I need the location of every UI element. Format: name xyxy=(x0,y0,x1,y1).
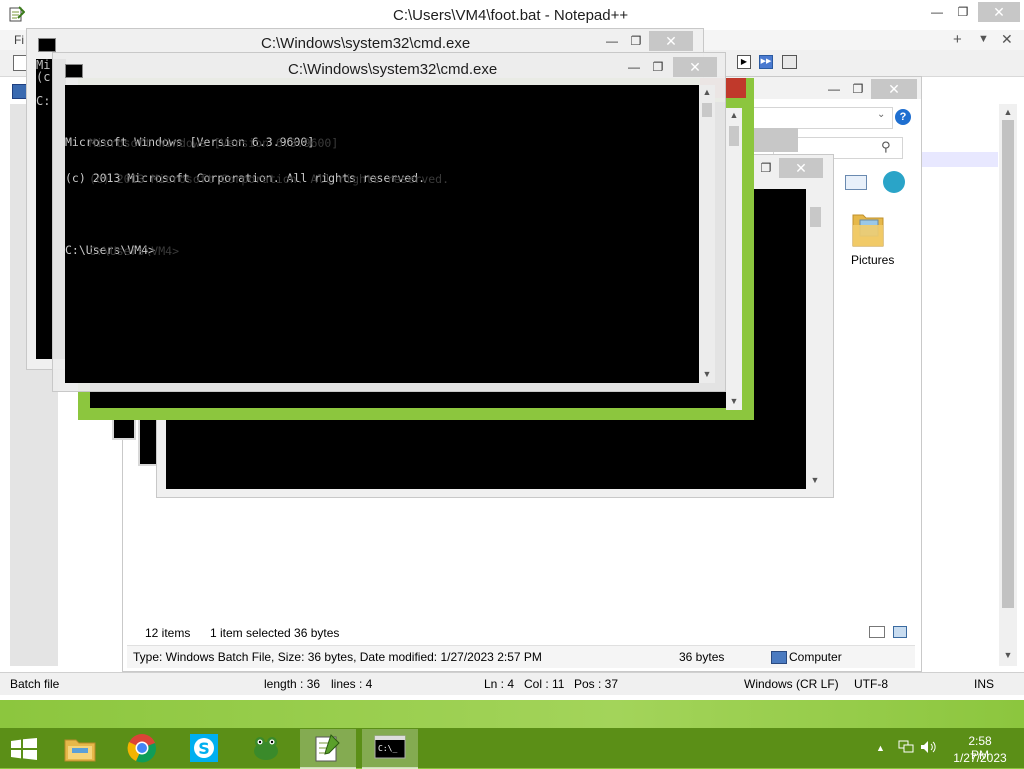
notepad-plus-plus-icon xyxy=(315,734,340,762)
cmd-front-maximize-button[interactable]: ❐ xyxy=(649,57,667,77)
explorer-location: Computer xyxy=(789,650,842,664)
notepad-title: C:\Users\VM4\foot.bat - Notepad++ xyxy=(393,7,629,24)
chevron-down-icon[interactable]: ⌄ xyxy=(877,109,885,120)
cmd-front-icon xyxy=(65,64,83,78)
explorer-file-details: Type: Windows Batch File, Size: 36 bytes… xyxy=(133,650,542,664)
notepad-scroll-thumb[interactable] xyxy=(1002,120,1014,608)
status-file-type: Batch file xyxy=(10,677,60,691)
play-macro-icon[interactable]: ▶▶ xyxy=(759,55,773,69)
status-insert-mode: INS xyxy=(974,677,995,691)
cmd-back-maximize-button[interactable]: ❐ xyxy=(627,31,645,51)
explorer-minimize-button[interactable]: — xyxy=(823,79,845,99)
cmd-front-close-button[interactable]: ✕ xyxy=(673,57,717,77)
explorer-maximize-button[interactable]: ❐ xyxy=(847,79,869,99)
volume-icon[interactable] xyxy=(920,740,938,754)
notepad-maximize-button[interactable]: ❐ xyxy=(952,2,974,22)
explorer-selection-info: 1 item selected 36 bytes xyxy=(210,626,340,640)
svg-text:S: S xyxy=(198,739,210,758)
cmd-front-console[interactable]: Microsoft Windows [Version 6.3.9600] (c)… xyxy=(65,85,699,383)
taskbar-notepad-plus-plus[interactable] xyxy=(300,729,356,769)
notepad-close-button[interactable]: ✕ xyxy=(978,2,1020,22)
desktop-strip xyxy=(0,700,1024,728)
windows-logo-icon xyxy=(11,738,37,760)
status-column: Col : 11 xyxy=(524,677,565,691)
cmd-front-scroll-thumb[interactable] xyxy=(702,103,712,117)
taskbar-cmd[interactable]: C:\_ xyxy=(362,729,418,769)
cmd-window-front: C:\Windows\system32\cmd.exe — ❐ ✕ Micros… xyxy=(52,52,726,392)
large-icons-view-icon[interactable] xyxy=(893,626,907,638)
close-tab-icon[interactable]: ✕ xyxy=(1001,31,1013,48)
notepad-vertical-scrollbar[interactable]: ▲ ▼ xyxy=(999,104,1017,666)
status-lines: lines : 4 xyxy=(331,677,373,691)
cmd-ghost-line-1: Microsoft Windows [Version 6.3.9600] xyxy=(89,136,339,150)
explorer-close-button[interactable]: ✕ xyxy=(871,79,917,99)
tray-overflow-icon[interactable]: ▲ xyxy=(876,743,885,753)
globe-icon[interactable] xyxy=(883,171,905,193)
pictures-folder-label: Pictures xyxy=(851,253,895,267)
notepad-statusbar: Batch file length : 36 lines : 4 Ln : 4 … xyxy=(0,672,1024,695)
cmd-ghost-line-2: (c) 2013 Microsoft Corporation. All righ… xyxy=(89,172,450,186)
frog-icon xyxy=(254,737,278,760)
taskbar-skype[interactable]: S xyxy=(176,729,232,767)
save-macro-icon[interactable] xyxy=(782,55,797,69)
computer-icon xyxy=(771,651,787,664)
cmd-back-icon xyxy=(38,38,56,52)
taskbar-file-explorer[interactable] xyxy=(52,729,108,767)
cmd-ghost-frame-4 xyxy=(754,128,798,152)
notepad-titlebar[interactable]: C:\Users\VM4\foot.bat - Notepad++ — ❐ ✕ xyxy=(0,0,1024,30)
file-explorer-icon xyxy=(64,739,96,762)
cmd-focus-scrollbar[interactable]: ▲ ▼ xyxy=(726,108,742,410)
status-eol: Windows (CR LF) xyxy=(744,677,839,691)
explorer-details-bar: Type: Windows Batch File, Size: 36 bytes… xyxy=(127,645,915,668)
cmd-back-minimize-button[interactable]: — xyxy=(603,31,621,51)
save-icon[interactable] xyxy=(12,84,27,99)
clock-date[interactable]: 1/27/2023 xyxy=(952,751,1008,765)
help-icon[interactable]: ? xyxy=(895,109,911,125)
record-macro-icon[interactable]: ▶ xyxy=(737,55,751,69)
cmd-icon: C:\_ xyxy=(374,735,406,759)
notepad-minimize-button[interactable]: — xyxy=(926,2,948,22)
notepad-current-line xyxy=(922,152,998,167)
status-position: Pos : 37 xyxy=(574,677,619,691)
cmd-front-scrollbar[interactable]: ▲ ▼ xyxy=(699,85,715,383)
tab-list-icon[interactable]: ▼ xyxy=(978,33,989,45)
cmd-front-minimize-button[interactable]: — xyxy=(625,57,643,77)
taskbar-frog-app[interactable] xyxy=(238,729,294,767)
notepad-app-icon xyxy=(9,6,26,22)
menu-file[interactable]: Fi xyxy=(14,33,24,47)
cmd-front-title: C:\Windows\system32\cmd.exe xyxy=(288,61,498,78)
new-tab-icon[interactable]: + xyxy=(953,31,962,48)
email-icon[interactable] xyxy=(845,175,867,190)
network-icon[interactable] xyxy=(898,740,914,754)
cmd-ghost-line-3 xyxy=(89,209,449,221)
status-line-number: Ln : 4 xyxy=(484,677,515,691)
cmd-back-close-button[interactable]: ✕ xyxy=(649,31,693,51)
pictures-folder-icon[interactable] xyxy=(851,207,885,249)
skype-icon: S xyxy=(190,734,218,762)
new-file-icon[interactable] xyxy=(13,55,27,71)
svg-text:C:\_: C:\_ xyxy=(378,744,397,753)
taskbar-chrome[interactable] xyxy=(114,729,170,767)
cmd3-close-button[interactable]: ✕ xyxy=(779,158,823,178)
cmd3-scrollbar[interactable]: ▼ xyxy=(807,189,824,489)
status-length: length : 36 xyxy=(264,677,321,691)
status-encoding: UTF-8 xyxy=(854,677,888,691)
cmd-ghost-line-4: C:\Users\VM4> xyxy=(89,244,180,258)
cmd-back-title: C:\Windows\system32\cmd.exe xyxy=(261,35,471,52)
cmd-ghost-echo: Microsoft Windows [Version 6.3.9600] (c)… xyxy=(89,113,449,281)
explorer-file-size: 36 bytes xyxy=(679,650,725,664)
start-button[interactable] xyxy=(0,728,46,768)
cmd3-maximize-button[interactable]: ❐ xyxy=(757,158,775,178)
search-icon[interactable]: ⚲ xyxy=(881,139,891,155)
explorer-item-count: 12 items xyxy=(145,626,191,640)
chrome-icon xyxy=(127,734,157,763)
details-view-icon[interactable] xyxy=(869,626,885,638)
